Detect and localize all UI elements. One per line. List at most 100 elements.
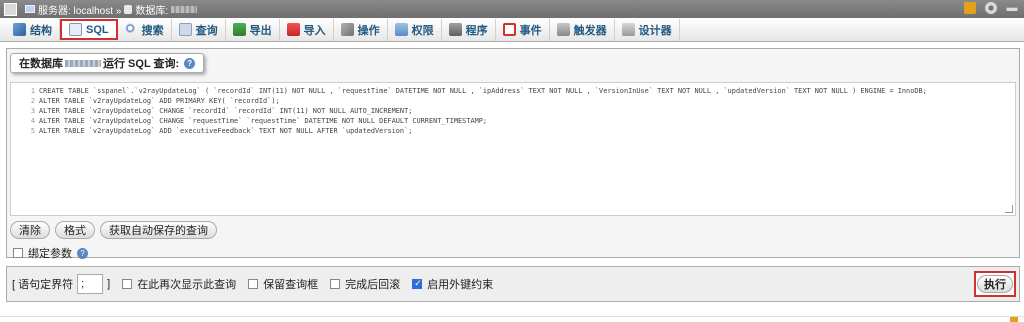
query-panel-legend: 在数据库 运行 SQL 查询: ? — [10, 53, 205, 73]
code-line: 5 ALTER TABLE `v2rayUpdateLog` ADD `execu… — [11, 126, 1015, 136]
tab-import[interactable]: 导入 — [280, 18, 334, 41]
legend-prefix: 在数据库 — [19, 58, 63, 70]
breadcrumb-bar: 服务器: localhost » 数据库: ▬ — [0, 0, 1024, 18]
go-button-highlight: 执行 — [974, 271, 1016, 297]
footer-divider — [0, 316, 1024, 322]
bind-parameters-row: 绑定参数 ? — [13, 245, 88, 261]
tab-query[interactable]: 查询 — [172, 18, 226, 41]
redacted-database-name — [171, 5, 198, 13]
option-label: 完成后回滚 — [345, 279, 401, 291]
tab-triggers[interactable]: 触发器 — [550, 18, 615, 41]
resize-handle[interactable] — [1005, 205, 1013, 213]
navigation-toggle-icon[interactable] — [4, 2, 17, 16]
code-line: 4 ALTER TABLE `v2rayUpdateLog` CHANGE `re… — [11, 116, 1015, 126]
show-query-again-checkbox[interactable] — [122, 279, 133, 289]
database-icon — [124, 4, 133, 14]
tab-label: 权限 — [411, 24, 434, 37]
retain-query-box-checkbox[interactable] — [248, 279, 259, 289]
tab-structure[interactable]: 结构 — [6, 18, 60, 41]
sql-icon — [69, 23, 82, 36]
designer-icon — [621, 23, 635, 36]
search-icon — [124, 23, 138, 36]
events-icon — [502, 23, 516, 36]
tab-label: 搜索 — [141, 24, 164, 37]
gear-icon[interactable] — [985, 2, 997, 14]
redacted-database-name — [65, 59, 101, 67]
line-number: 4 — [30, 117, 35, 125]
tab-privileges[interactable]: 权限 — [388, 18, 442, 41]
tab-export[interactable]: 导出 — [226, 18, 280, 41]
format-button[interactable]: 格式 — [55, 221, 95, 239]
routines-icon — [448, 23, 462, 36]
delimiter-bracket: ] — [107, 278, 111, 290]
delimiter-label: [ 语句定界符 — [12, 279, 74, 291]
rollback-option[interactable]: 完成后回滚 — [330, 276, 400, 292]
query-options-bar: [ 语句定界符 ; ] 在此再次显示此查询 保留查询框 完成后回滚 启用外键约束… — [6, 266, 1020, 302]
import-icon — [286, 23, 300, 36]
sql-editor[interactable]: 1 CREATE TABLE `sspanel`.`v2rayUpdateLog`… — [10, 82, 1016, 216]
main-tabs: 结构 SQL 搜索 查询 导出 导入 操作 权限 程序 事件 触发器 设计器 — [0, 18, 1024, 42]
tab-routines[interactable]: 程序 — [442, 18, 496, 41]
tab-operations[interactable]: 操作 — [334, 18, 388, 41]
help-icon[interactable]: ? — [77, 247, 88, 259]
delimiter-input[interactable]: ; — [77, 274, 104, 294]
line-number: 3 — [30, 107, 35, 115]
breadcrumb: 服务器: localhost » 数据库: — [25, 2, 198, 17]
tab-label: 程序 — [465, 24, 488, 37]
collapse-icon[interactable]: ▬ — [1006, 2, 1018, 14]
code-line: 3 ALTER TABLE `v2rayUpdateLog` CHANGE `re… — [11, 106, 1015, 116]
sql-query-panel: 在数据库 运行 SQL 查询: ? 1 CREATE TABLE `sspanel… — [6, 48, 1020, 261]
tab-label: 结构 — [30, 24, 52, 37]
tab-sql[interactable]: SQL — [60, 19, 118, 40]
editor-buttons: 清除 格式 获取自动保存的查询 — [10, 221, 217, 239]
foreign-keys-option[interactable]: 启用外键约束 — [412, 276, 493, 292]
help-icon[interactable]: ? — [184, 57, 196, 69]
bind-parameters-label: 绑定参数 — [28, 248, 72, 260]
tab-label: SQL — [86, 23, 109, 36]
rollback-checkbox[interactable] — [330, 279, 341, 289]
lock-icon[interactable] — [964, 2, 976, 14]
legend-suffix: 运行 SQL 查询: — [103, 58, 180, 70]
code-line: 2 ALTER TABLE `v2rayUpdateLog` ADD PRIMAR… — [11, 96, 1015, 106]
tab-label: 事件 — [519, 24, 542, 37]
export-icon — [232, 23, 246, 36]
foreign-keys-checkbox[interactable] — [412, 278, 423, 289]
scroll-indicator-icon — [1010, 317, 1018, 322]
structure-icon — [13, 23, 26, 36]
server-icon — [25, 5, 35, 13]
tab-label: 导出 — [249, 24, 272, 37]
topbar-actions: ▬ — [964, 2, 1018, 14]
breadcrumb-database[interactable]: 数据库: — [135, 2, 168, 17]
privileges-icon — [394, 23, 408, 36]
tab-label: 设计器 — [638, 24, 672, 37]
breadcrumb-server[interactable]: 服务器: localhost » — [38, 2, 121, 17]
tab-search[interactable]: 搜索 — [118, 18, 172, 41]
code-text: ALTER TABLE `v2rayUpdateLog` CHANGE `req… — [39, 117, 488, 125]
triggers-icon — [556, 23, 570, 36]
line-number: 1 — [30, 87, 35, 95]
delimiter-group: [ 语句定界符 ; ] — [12, 274, 110, 294]
code-text: ALTER TABLE `v2rayUpdateLog` ADD PRIMARY… — [39, 97, 280, 105]
tab-label: 查询 — [195, 24, 218, 37]
bind-parameters-checkbox[interactable] — [13, 248, 23, 258]
option-label: 启用外键约束 — [427, 279, 494, 291]
show-query-again-option[interactable]: 在此再次显示此查询 — [122, 276, 236, 292]
query-icon — [178, 23, 192, 36]
line-number: 2 — [30, 97, 35, 105]
option-label: 在此再次显示此查询 — [137, 279, 237, 291]
code-text: ALTER TABLE `v2rayUpdateLog` ADD `execut… — [39, 127, 413, 135]
clear-button[interactable]: 清除 — [10, 221, 50, 239]
code-text: ALTER TABLE `v2rayUpdateLog` CHANGE `rec… — [39, 107, 413, 115]
tab-label: 导入 — [303, 24, 326, 37]
get-autosaved-query-button[interactable]: 获取自动保存的查询 — [100, 221, 217, 239]
code-text: CREATE TABLE `sspanel`.`v2rayUpdateLog` … — [39, 87, 927, 95]
tab-designer[interactable]: 设计器 — [615, 18, 680, 41]
retain-query-box-option[interactable]: 保留查询框 — [248, 276, 318, 292]
line-number: 5 — [30, 127, 35, 135]
go-button[interactable]: 执行 — [977, 275, 1013, 293]
tab-label: 操作 — [357, 24, 380, 37]
option-label: 保留查询框 — [263, 279, 319, 291]
code-line: 1 CREATE TABLE `sspanel`.`v2rayUpdateLog`… — [11, 86, 1015, 96]
tab-label: 触发器 — [573, 24, 607, 37]
tab-events[interactable]: 事件 — [496, 18, 550, 41]
